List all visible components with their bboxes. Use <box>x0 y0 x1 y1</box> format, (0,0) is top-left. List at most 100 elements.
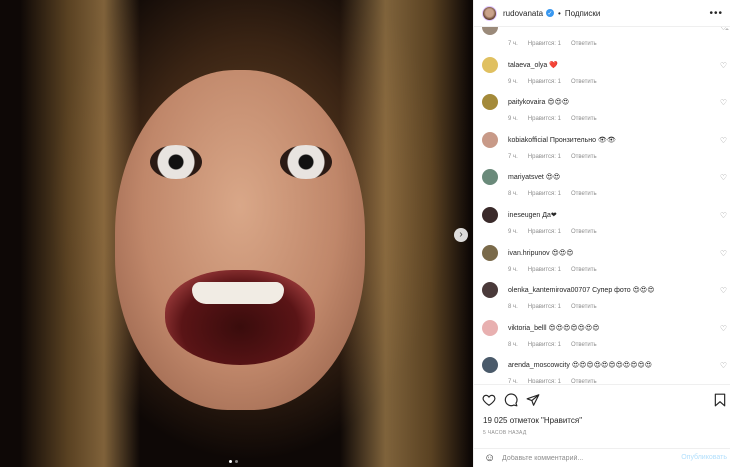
post-header: rudovanata ✓ • Подписки ••• <box>474 0 730 27</box>
comment-username[interactable]: ineseugen <box>508 212 540 219</box>
comment-avatar[interactable] <box>482 244 498 261</box>
comment-text: 😍😍😍😍😍😍😍 <box>548 324 600 332</box>
comment-text-line: ineseugen Да❤ <box>508 211 557 219</box>
comment-username[interactable]: ivan.hripunov <box>508 250 550 257</box>
comment-avatar[interactable] <box>482 319 498 336</box>
comment-likes[interactable]: Нравится: 1 <box>528 342 561 348</box>
reply-button[interactable]: Ответить <box>571 79 597 85</box>
comment-likes[interactable]: Нравится: 1 <box>528 304 561 310</box>
comment-likes[interactable]: Нравится: 1 <box>528 229 561 235</box>
comment-text: 😍😍😍 <box>551 249 574 257</box>
chevron-right-icon[interactable]: › <box>454 228 468 242</box>
comment-text: Пронзительно 👁👁 <box>549 136 616 144</box>
comment-text-line: paitykovaira 😍😍😍 <box>508 98 569 106</box>
carousel-dots <box>229 460 238 463</box>
comment-time[interactable]: 7 ч. <box>508 154 518 160</box>
reply-button[interactable]: Ответить <box>571 267 597 273</box>
comment-avatar[interactable] <box>482 282 498 299</box>
carousel-dot <box>235 460 238 463</box>
reply-button[interactable]: Ответить <box>571 154 597 160</box>
comment-meta: 7 ч. Нравится: 1 Ответить <box>508 41 607 47</box>
avatar[interactable] <box>482 5 497 21</box>
post-username[interactable]: rudovanata <box>503 9 543 18</box>
comment-time[interactable]: 9 ч. <box>508 116 518 122</box>
reply-button[interactable]: Ответить <box>571 116 597 122</box>
comment-likes[interactable]: Нравится: 1 <box>528 191 561 197</box>
comment-avatar[interactable] <box>482 56 498 73</box>
comment-text: ❤️ <box>549 61 558 69</box>
comment-text-line: kobiakofficial Пронзительно 👁👁 <box>508 136 616 144</box>
header-separator: • <box>558 8 561 18</box>
comments-list[interactable]: 7 ч. Нравится: 1 Ответить ♡ talaeva_olya ❤️ 9… <box>474 27 730 383</box>
comment-text-line: arenda_moscowcity 😍😍😍😍😍😍😍😍😍😍😍 <box>508 361 652 369</box>
comment-avatar[interactable] <box>482 27 498 35</box>
comment-likes[interactable]: Нравится: 1 <box>528 116 561 122</box>
heart-icon[interactable] <box>482 393 496 407</box>
comment-meta: 7 ч. Нравится: 1 Ответить <box>508 379 607 383</box>
comment-time[interactable]: 9 ч. <box>508 79 518 85</box>
comment-likes[interactable]: Нравится: 1 <box>528 154 561 160</box>
post-side-panel: rudovanata ✓ • Подписки ••• 7 ч. Нравится… <box>473 0 730 467</box>
comment-input[interactable] <box>502 452 662 464</box>
comment-avatar[interactable] <box>482 94 498 111</box>
comment-time[interactable]: 7 ч. <box>508 41 518 47</box>
post-timestamp[interactable]: 5 ЧАСОВ НАЗАД <box>483 430 527 436</box>
comment-likes[interactable]: Нравится: 1 <box>528 41 561 47</box>
reply-button[interactable]: Ответить <box>571 342 597 348</box>
comment-text: 😍😍 <box>545 174 561 182</box>
publish-button[interactable]: Опубликовать <box>681 454 727 461</box>
bookmark-icon[interactable] <box>714 393 726 407</box>
share-icon[interactable] <box>526 393 540 407</box>
comment-time[interactable]: 7 ч. <box>508 379 518 383</box>
comment-avatar[interactable] <box>482 131 498 148</box>
comment-meta: 8 ч. Нравится: 1 Ответить <box>508 342 607 348</box>
post-actions <box>474 384 730 415</box>
comment-meta: 7 ч. Нравится: 1 Ответить <box>508 154 607 160</box>
comment-avatar[interactable] <box>482 207 498 223</box>
reply-button[interactable]: Ответить <box>571 191 597 197</box>
reply-button[interactable]: Ответить <box>571 229 597 235</box>
comment-time[interactable]: 8 ч. <box>508 191 518 197</box>
comment-avatar[interactable] <box>482 169 498 186</box>
comment-likes[interactable]: Нравится: 1 <box>528 267 561 273</box>
comment-text-line: talaeva_olya ❤️ <box>508 61 558 69</box>
post-photo: › <box>0 0 473 467</box>
comment-avatar[interactable] <box>482 357 498 374</box>
comment-text-line: mariyatsvet 😍😍 <box>508 173 560 181</box>
comment-time[interactable]: 8 ч. <box>508 304 518 310</box>
comment-meta: 9 ч. Нравится: 1 Ответить <box>508 229 607 235</box>
photo-teeth <box>192 282 284 304</box>
comment-text-line: viktoria_belll 😍😍😍😍😍😍😍 <box>508 324 600 332</box>
comment-likes[interactable]: Нравится: 1 <box>528 79 561 85</box>
reply-button[interactable]: Ответить <box>571 304 597 310</box>
comment-time[interactable]: 9 ч. <box>508 267 518 273</box>
following-button[interactable]: Подписки <box>565 9 600 18</box>
more-options-icon[interactable]: ••• <box>709 8 723 19</box>
comment-time[interactable]: 9 ч. <box>508 229 518 235</box>
comment-time[interactable]: 8 ч. <box>508 342 518 348</box>
comment-username[interactable]: kobiakofficial <box>508 137 548 144</box>
photo-eye-left <box>150 145 202 179</box>
comment-meta: 9 ч. Нравится: 1 Ответить <box>508 79 607 85</box>
reply-button[interactable]: Ответить <box>571 379 597 383</box>
comment-meta: 9 ч. Нравится: 1 Ответить <box>508 267 607 273</box>
photo-eye-right <box>280 145 332 179</box>
comment-text: Да❤ <box>542 212 557 219</box>
scrollbar[interactable] <box>725 28 729 383</box>
comment-likes[interactable]: Нравится: 1 <box>528 379 561 383</box>
comment-username[interactable]: arenda_moscowcity <box>508 362 570 369</box>
comment-username[interactable]: talaeva_olya <box>508 62 547 69</box>
comment-text-line: ivan.hripunov 😍😍😍 <box>508 249 574 257</box>
comment-meta: 8 ч. Нравится: 1 Ответить <box>508 304 607 310</box>
emoji-icon[interactable]: ☺ <box>484 452 495 464</box>
comment-username[interactable]: mariyatsvet <box>508 174 544 181</box>
likes-count[interactable]: 19 025 отметок "Нравится" <box>483 416 582 425</box>
comment-text: 😍😍😍 <box>547 99 570 107</box>
reply-button[interactable]: Ответить <box>571 41 597 47</box>
verified-badge-icon: ✓ <box>546 9 555 17</box>
comment-icon[interactable] <box>504 393 518 407</box>
comment-username[interactable]: viktoria_belll <box>508 325 547 332</box>
comment-meta: 8 ч. Нравится: 1 Ответить <box>508 191 607 197</box>
comment-username[interactable]: paitykovaira <box>508 99 545 106</box>
comment-username[interactable]: olenka_kantemirova00707 <box>508 287 590 294</box>
